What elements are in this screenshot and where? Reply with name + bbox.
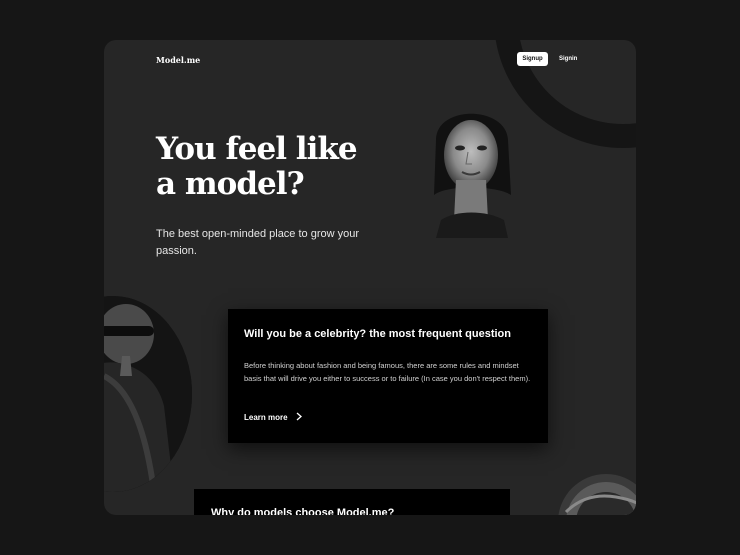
chevron-right-icon xyxy=(296,412,302,423)
faq-card: Will you be a celebrity? the most freque… xyxy=(228,309,548,443)
hero-portrait-image xyxy=(416,100,526,238)
learn-more-link[interactable]: Learn more xyxy=(244,412,302,423)
hero-title-line-1: You feel like xyxy=(156,131,358,167)
hero-subtitle: The best open-minded place to grow your … xyxy=(156,228,360,257)
signup-button[interactable]: Signup xyxy=(517,52,548,66)
why-card: Why do models choose Model.me? xyxy=(194,489,510,515)
decorative-texture-image xyxy=(556,472,636,515)
card-title: Will you be a celebrity? the most freque… xyxy=(244,328,511,340)
why-card-title: Why do models choose Model.me? xyxy=(211,507,395,515)
card-body: Before thinking about fashion and being … xyxy=(244,361,531,383)
hero-title: You feel like a model? xyxy=(156,131,358,202)
landing-page: Model.me Signup Signin You feel like a m… xyxy=(104,40,636,515)
logo[interactable]: Model.me xyxy=(156,55,200,65)
model-photo-circle xyxy=(104,296,192,492)
hero-title-line-2: a model? xyxy=(156,166,305,202)
signin-link[interactable]: Signin xyxy=(559,52,577,66)
learn-more-label: Learn more xyxy=(244,413,288,422)
